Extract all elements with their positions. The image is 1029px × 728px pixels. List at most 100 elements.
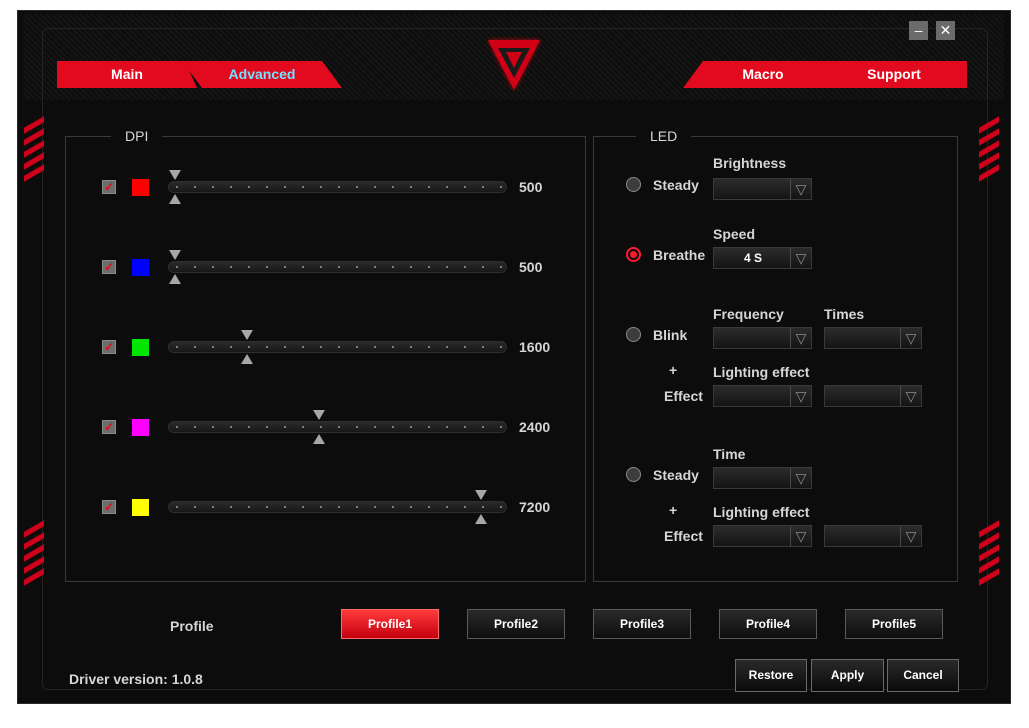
slider-tick (482, 266, 484, 268)
dpi-level-1-color-swatch[interactable] (132, 179, 149, 196)
slider-tick (446, 266, 448, 268)
slider-tick (248, 346, 250, 348)
dpi-level-2-checkbox[interactable]: ✓ (102, 260, 116, 274)
slider-tick (446, 426, 448, 428)
slider-tick (212, 266, 214, 268)
dpi-level-4-checkbox[interactable]: ✓ (102, 420, 116, 434)
close-button[interactable]: ✕ (936, 21, 955, 40)
blink-effect-dropdown-1[interactable]: ▽ (713, 385, 812, 407)
time-label: Time (713, 446, 746, 462)
dropdown-arrow-icon: ▽ (790, 328, 811, 348)
speed-dropdown[interactable]: 4 S ▽ (713, 247, 812, 269)
dpi-level-5-checkbox[interactable]: ✓ (102, 500, 116, 514)
profile2-button[interactable]: Profile2 (467, 609, 565, 639)
profile1-button[interactable]: Profile1 (341, 609, 439, 639)
slider-tick (266, 346, 268, 348)
slider-thumb-bottom-icon[interactable] (169, 194, 181, 204)
dpi-level-3-color-swatch[interactable] (132, 339, 149, 356)
slider-tick (338, 426, 340, 428)
slider-thumb-top-icon[interactable] (169, 170, 181, 180)
frequency-dropdown[interactable]: ▽ (713, 327, 812, 349)
dpi-level-4-color-swatch[interactable] (132, 419, 149, 436)
times-dropdown[interactable]: ▽ (824, 327, 922, 349)
led-panel-title: LED (636, 128, 692, 144)
blink-radio[interactable] (626, 327, 641, 342)
dpi-level-2-slider[interactable] (168, 261, 507, 273)
slider-tick (176, 506, 178, 508)
slider-tick (194, 426, 196, 428)
slider-tick (230, 186, 232, 188)
dpi-level-2-color-swatch[interactable] (132, 259, 149, 276)
blink-label: Blink (653, 327, 688, 343)
profile5-button[interactable]: Profile5 (845, 609, 943, 639)
slider-tick (464, 346, 466, 348)
slider-tick (482, 186, 484, 188)
blink-lighting-effect-label: Lighting effect (713, 364, 810, 380)
slider-tick (320, 426, 322, 428)
tab-main[interactable]: Main (57, 61, 197, 88)
restore-button[interactable]: Restore (735, 659, 807, 692)
left-bottom-stripes (24, 520, 44, 586)
slider-tick (446, 346, 448, 348)
cancel-button[interactable]: Cancel (887, 659, 959, 692)
slider-tick (248, 426, 250, 428)
slider-tick (500, 506, 502, 508)
dpi-level-4-value: 2400 (519, 419, 551, 435)
slider-tick (266, 506, 268, 508)
dpi-level-1-slider[interactable] (168, 181, 507, 193)
breathe-radio[interactable] (626, 247, 641, 262)
dropdown-arrow-icon: ▽ (790, 468, 811, 488)
apply-button[interactable]: Apply (811, 659, 884, 692)
slider-tick (320, 186, 322, 188)
dpi-level-3-checkbox[interactable]: ✓ (102, 340, 116, 354)
steady2-radio[interactable] (626, 467, 641, 482)
slider-tick (428, 266, 430, 268)
slider-thumb-top-icon[interactable] (169, 250, 181, 260)
slider-thumb-bottom-icon[interactable] (475, 514, 487, 524)
dpi-level-5-color-swatch[interactable] (132, 499, 149, 516)
slider-thumb-top-icon[interactable] (475, 490, 487, 500)
slider-thumb-top-icon[interactable] (313, 410, 325, 420)
steady-radio[interactable] (626, 177, 641, 192)
minimize-button[interactable]: – (909, 21, 928, 40)
breathe-label: Breathe (653, 247, 706, 263)
slider-tick (338, 186, 340, 188)
slider-tick (410, 266, 412, 268)
profile3-button[interactable]: Profile3 (593, 609, 691, 639)
slider-tick (266, 186, 268, 188)
dpi-level-5-slider[interactable] (168, 501, 507, 513)
brightness-dropdown[interactable]: ▽ (713, 178, 812, 200)
slider-tick (374, 266, 376, 268)
slider-thumb-bottom-icon[interactable] (169, 274, 181, 284)
slider-tick (284, 186, 286, 188)
slider-tick (392, 506, 394, 508)
slider-tick (410, 506, 412, 508)
profile-label: Profile (170, 618, 214, 634)
slider-tick (302, 426, 304, 428)
tab-macro[interactable]: Macro (683, 61, 843, 88)
steady2-effect-dropdown-2[interactable]: ▽ (824, 525, 922, 547)
slider-thumb-bottom-icon[interactable] (241, 354, 253, 364)
steady2-effect-dropdown-1[interactable]: ▽ (713, 525, 812, 547)
brand-logo-icon (488, 40, 540, 90)
tab-support[interactable]: Support (821, 61, 967, 88)
slider-thumb-top-icon[interactable] (241, 330, 253, 340)
profile4-button[interactable]: Profile4 (719, 609, 817, 639)
slider-tick (428, 346, 430, 348)
dpi-level-4-slider[interactable] (168, 421, 507, 433)
time-dropdown[interactable]: ▽ (713, 467, 812, 489)
slider-tick (428, 426, 430, 428)
dpi-level-3-slider[interactable] (168, 341, 507, 353)
slider-tick (212, 426, 214, 428)
slider-thumb-bottom-icon[interactable] (313, 434, 325, 444)
slider-tick (446, 506, 448, 508)
slider-tick (230, 426, 232, 428)
right-top-stripes (979, 116, 999, 182)
blink-effect-dropdown-2[interactable]: ▽ (824, 385, 922, 407)
slider-tick (212, 506, 214, 508)
times-label: Times (824, 306, 865, 322)
slider-tick (410, 346, 412, 348)
right-bottom-stripes (979, 520, 999, 586)
tab-advanced[interactable]: Advanced (182, 61, 342, 88)
dpi-level-1-checkbox[interactable]: ✓ (102, 180, 116, 194)
